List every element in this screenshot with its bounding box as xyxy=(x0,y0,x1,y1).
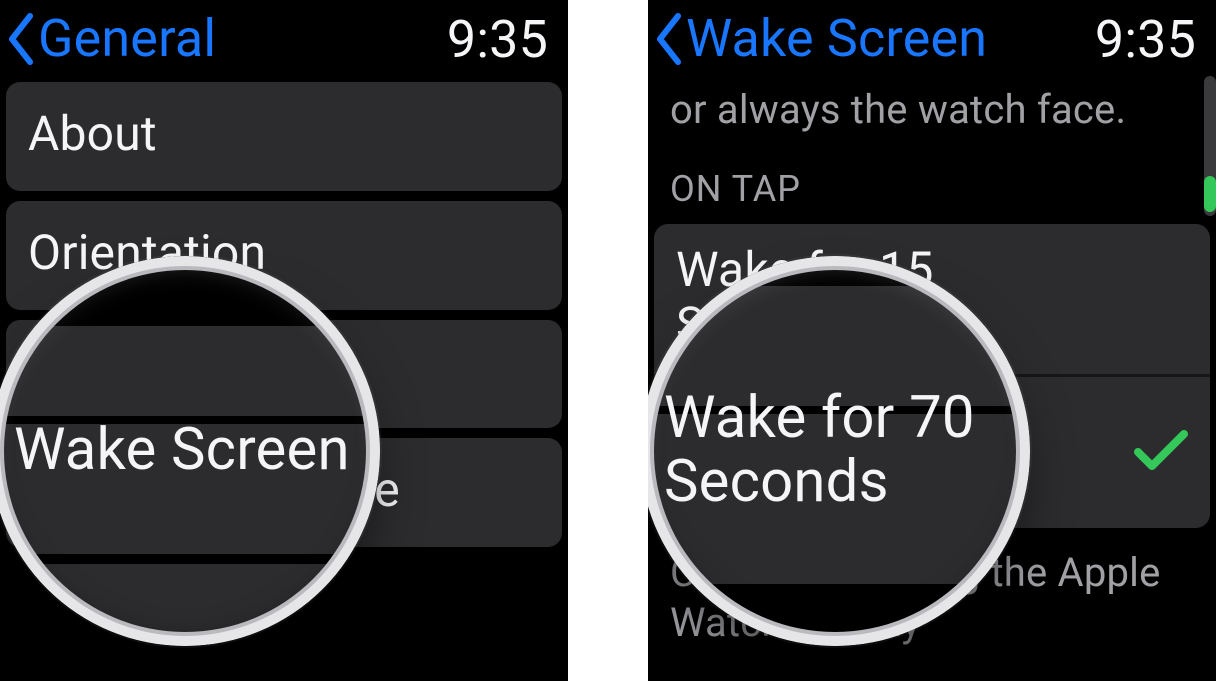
scroll-indicator[interactable] xyxy=(1204,76,1216,216)
settings-item-about[interactable]: About xyxy=(6,82,562,191)
header-bar: Wake Screen 9:35 xyxy=(648,0,1216,78)
magnified-text: Wake Screen xyxy=(14,419,350,483)
magnifier-overlay: Wake Screen xyxy=(0,256,380,646)
back-button[interactable]: General xyxy=(6,12,216,66)
section-header-on-tap: ON TAP xyxy=(648,136,1216,224)
settings-item-label: About xyxy=(28,105,157,162)
chevron-left-icon xyxy=(654,12,684,66)
magnified-text-line1: Wake for 70 xyxy=(664,387,975,451)
back-button[interactable]: Wake Screen xyxy=(654,12,987,66)
chevron-left-icon xyxy=(6,12,36,66)
checkmark-icon xyxy=(1134,430,1188,472)
back-label: Wake Screen xyxy=(686,13,987,65)
watch-screen-general: General 9:35 About Orientation Wake Scre… xyxy=(0,0,568,681)
status-time: 9:35 xyxy=(1095,9,1196,70)
watch-screen-wake-screen: Wake Screen 9:35 or always the watch fac… xyxy=(648,0,1216,681)
status-time: 9:35 xyxy=(447,9,548,70)
magnified-text-line2: Seconds xyxy=(664,451,889,515)
section-description: or always the watch face. xyxy=(648,78,1216,136)
header-bar: General 9:35 xyxy=(0,0,568,78)
magnifier-overlay: Wake for 70 Seconds xyxy=(648,256,1030,646)
back-label: General xyxy=(38,13,216,65)
